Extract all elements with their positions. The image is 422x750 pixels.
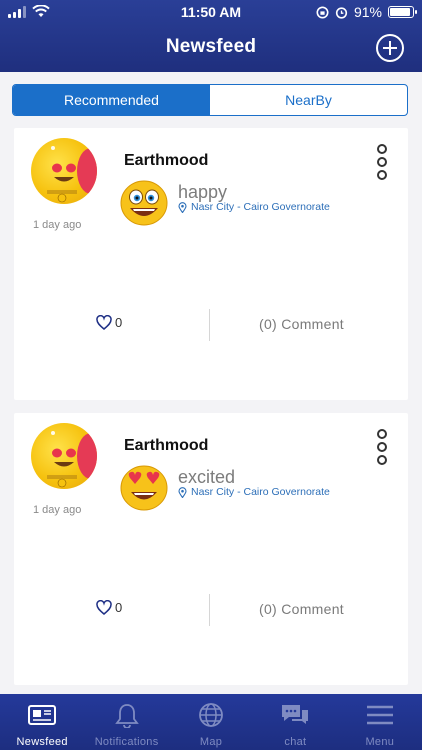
location-pin-icon [178,486,187,498]
tab-label: Map [199,736,223,748]
post-username[interactable]: Earthmood [124,437,208,455]
post-card: 1 day ago Earthmood happy Nasr City - Ca… [14,128,408,400]
location-text: Nasr City - Cairo Governorate [191,486,330,498]
hamburger-icon [366,705,393,725]
tab-chat[interactable]: chat [253,694,337,750]
battery-percent: 91% [353,4,382,20]
heart-eyes-emoji-icon [120,465,168,511]
dot-icon [377,170,387,180]
feed-segment-control: Recommended NearBy [12,84,408,116]
alarm-icon [335,6,348,19]
mood-label: excited [178,467,236,487]
dot-icon [377,442,387,452]
post-options-button[interactable] [376,429,388,465]
post-location[interactable]: Nasr City - Cairo Governorate [178,486,330,498]
post-time: 1 day ago [33,219,82,231]
user-avatar-image [47,146,77,203]
action-divider [209,594,210,626]
status-bar: 11:50 AM 91% [0,0,422,24]
post-username[interactable]: Earthmood [124,152,208,170]
dot-icon [377,144,387,154]
tab-label: Menu [365,736,395,748]
mood-label: happy [178,182,228,202]
bottom-tab-bar: Newsfeed Notifications Map chat Menu [0,694,422,750]
location-text: Nasr City - Cairo Governorate [191,201,330,213]
rotation-lock-icon [316,6,329,18]
post-time: 1 day ago [33,504,82,516]
tab-label: Newsfeed [16,736,68,748]
battery-icon [388,6,417,18]
page-title: Newsfeed [165,36,257,57]
app-header: 11:50 AM 91% Newsfeed [0,0,422,72]
bell-icon [114,704,139,728]
newspaper-icon [28,705,57,725]
action-divider [209,309,210,341]
heart-icon [96,315,112,330]
like-button[interactable]: 0 [96,315,122,330]
post-options-button[interactable] [376,144,388,180]
user-avatar-image [47,431,77,488]
heart-icon [96,600,112,615]
like-count: 0 [115,600,123,615]
chat-bubbles-icon [282,705,309,724]
avatar[interactable] [31,423,97,489]
tab-nearby[interactable]: NearBy [210,85,407,115]
tab-menu[interactable]: Menu [338,694,422,750]
tab-recommended[interactable]: Recommended [13,85,210,115]
post-location[interactable]: Nasr City - Cairo Governorate [178,201,330,213]
location-pin-icon [178,201,187,213]
status-right: 91% [316,4,417,20]
like-button[interactable]: 0 [96,600,122,615]
dot-icon [377,429,387,439]
plus-icon [383,41,397,55]
tab-map[interactable]: Map [169,694,253,750]
globe-icon [199,703,223,727]
comment-button[interactable]: (0) Comment [259,316,344,332]
tab-label: Notifications [94,736,159,748]
tab-label: chat [284,736,307,748]
tab-newsfeed[interactable]: Newsfeed [0,694,84,750]
tab-notifications[interactable]: Notifications [84,694,168,750]
add-post-button[interactable] [376,34,404,62]
post-card: 1 day ago Earthmood excited Nasr City - … [14,413,408,685]
comment-button[interactable]: (0) Comment [259,601,344,617]
avatar[interactable] [31,138,97,204]
dot-icon [377,157,387,167]
happy-face-emoji-icon [120,180,168,226]
dot-icon [377,455,387,465]
like-count: 0 [115,315,123,330]
